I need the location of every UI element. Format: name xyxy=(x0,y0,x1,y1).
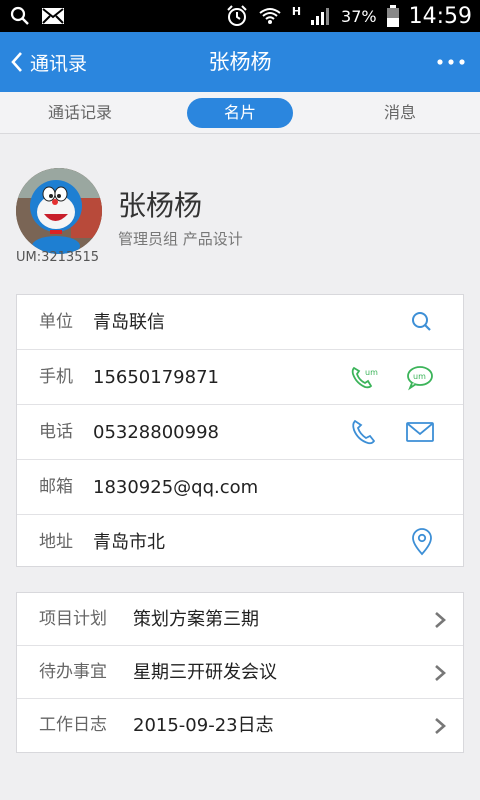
link-value: 2015-09-23日志 xyxy=(133,715,274,736)
info-value: 1830925@qq.com xyxy=(93,477,259,498)
contact-info-card: 单位 青岛联信 手机 15650179871 um um 电话 05328800… xyxy=(16,294,464,567)
info-label: 电话 xyxy=(39,422,73,442)
tab-call-log[interactable]: 通话记录 xyxy=(0,92,160,134)
link-label: 工作日志 xyxy=(39,715,107,735)
chevron-right-icon xyxy=(435,665,446,681)
link-label: 项目计划 xyxy=(39,609,107,629)
svg-text:um: um xyxy=(365,368,378,377)
info-row-phone: 电话 05328800998 xyxy=(17,405,463,460)
info-value: 15650179871 xyxy=(93,367,219,388)
back-button[interactable]: 通讯录 xyxy=(10,32,87,92)
location-pin-icon[interactable] xyxy=(407,527,437,557)
link-row-todo[interactable]: 待办事宜 星期三开研发会议 xyxy=(17,646,463,699)
info-label: 邮箱 xyxy=(39,477,73,497)
link-row-project-plan[interactable]: 项目计划 策划方案第三期 xyxy=(17,593,463,646)
info-label: 单位 xyxy=(39,312,73,332)
work-links-card: 项目计划 策划方案第三期 待办事宜 星期三开研发会议 工作日志 2015-09-… xyxy=(16,592,464,753)
status-bar: H 37% 14:59 xyxy=(0,0,480,32)
tab-messages[interactable]: 消息 xyxy=(320,92,480,134)
profile-um-id: UM:3213515 xyxy=(16,250,100,265)
info-row-address: 地址 青岛市北 xyxy=(17,515,463,570)
mail-icon[interactable] xyxy=(405,417,435,447)
info-value: 05328800998 xyxy=(93,422,219,443)
info-value: 青岛市北 xyxy=(93,532,165,553)
info-label: 地址 xyxy=(39,532,73,552)
signal-icon xyxy=(311,8,330,25)
svg-text:um: um xyxy=(413,372,426,381)
info-row-company: 单位 青岛联信 xyxy=(17,295,463,350)
app-header: 通讯录 张杨杨 xyxy=(0,32,480,92)
wifi-icon xyxy=(259,8,281,24)
profile-name: 张杨杨 xyxy=(118,189,203,222)
chevron-right-icon xyxy=(435,718,446,734)
chevron-right-icon xyxy=(435,612,446,628)
chevron-left-icon xyxy=(11,52,22,72)
link-row-work-log[interactable]: 工作日志 2015-09-23日志 xyxy=(17,699,463,752)
more-icon[interactable] xyxy=(436,50,466,74)
info-label: 手机 xyxy=(39,367,73,387)
info-row-mobile: 手机 15650179871 um um xyxy=(17,350,463,405)
um-call-icon[interactable]: um xyxy=(349,362,379,392)
clock: 14:59 xyxy=(408,3,472,29)
link-label: 待办事宜 xyxy=(39,662,107,682)
tab-card[interactable]: 名片 xyxy=(187,98,293,128)
mail-icon xyxy=(42,8,64,24)
network-type: H xyxy=(291,4,302,18)
alarm-icon xyxy=(227,5,247,26)
link-value: 策划方案第三期 xyxy=(133,609,259,630)
phone-icon[interactable] xyxy=(349,417,379,447)
back-label: 通讯录 xyxy=(30,52,88,75)
search-icon[interactable] xyxy=(407,307,437,337)
info-value: 青岛联信 xyxy=(93,312,165,333)
search-icon xyxy=(10,6,29,25)
profile-department: 管理员组 产品设计 xyxy=(118,230,243,248)
um-chat-icon[interactable]: um xyxy=(405,362,435,392)
tab-bar: 通话记录 名片 消息 xyxy=(0,92,480,134)
link-value: 星期三开研发会议 xyxy=(133,662,277,683)
profile-section: 张杨杨 管理员组 产品设计 UM:3213515 xyxy=(0,134,480,284)
info-row-email: 邮箱 1830925@qq.com xyxy=(17,460,463,515)
battery-icon xyxy=(386,5,399,27)
avatar-image xyxy=(16,168,102,254)
avatar[interactable] xyxy=(16,168,102,254)
battery-percent: 37% xyxy=(341,6,377,26)
